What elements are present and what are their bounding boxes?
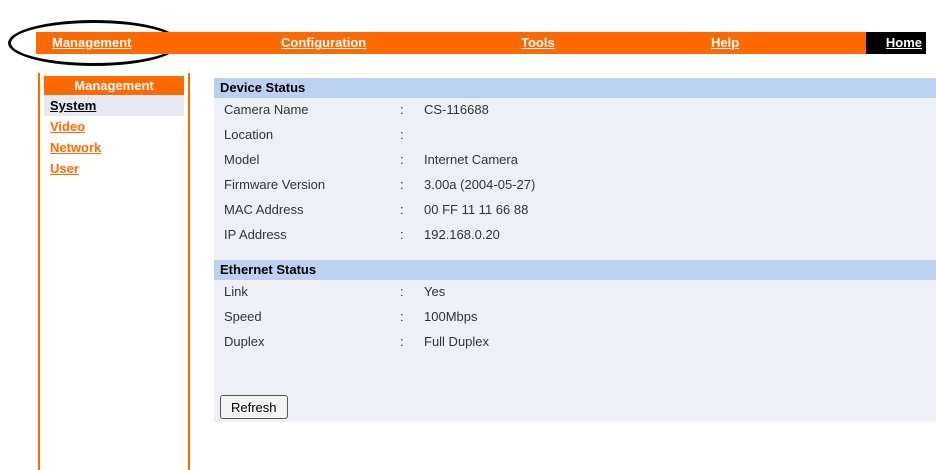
row-separator: : — [400, 334, 404, 349]
nav-management[interactable]: Management — [52, 35, 131, 50]
device-status-header: Device Status — [214, 78, 936, 98]
row-value: 00 FF 11 11 66 88 — [424, 202, 529, 217]
row-label: Link — [224, 284, 248, 299]
status-row-mac-address: MAC Address : 00 FF 11 11 66 88 — [214, 198, 936, 223]
top-navigation-bar: Management Configuration Tools Help Home — [36, 32, 926, 54]
status-row-camera-name: Camera Name : CS-116688 — [214, 98, 936, 123]
status-row-speed: Speed : 100Mbps — [214, 305, 936, 330]
nav-tools[interactable]: Tools — [521, 35, 555, 50]
row-value: Internet Camera — [424, 152, 518, 167]
row-separator: : — [400, 309, 404, 324]
ethernet-status-header: Ethernet Status — [214, 260, 936, 280]
row-label: IP Address — [224, 227, 287, 242]
row-value: Yes — [424, 284, 446, 299]
sidebar-item-system[interactable]: System — [44, 95, 184, 116]
sidebar-title: Management — [44, 76, 184, 95]
row-label: Location — [224, 127, 274, 142]
status-row-firmware-version: Firmware Version : 3.00a (2004-05-27) — [214, 173, 936, 198]
row-value: CS-116688 — [424, 102, 489, 117]
nav-help[interactable]: Help — [711, 35, 739, 50]
row-separator: : — [400, 102, 404, 117]
row-label: Camera Name — [224, 102, 309, 117]
status-row-duplex: Duplex : Full Duplex — [214, 330, 936, 355]
row-label: MAC Address — [224, 202, 304, 217]
status-row-link: Link : Yes — [214, 280, 936, 305]
sidebar: Management System Video Network User — [38, 73, 190, 470]
row-value: 3.00a (2004-05-27) — [424, 177, 536, 192]
status-row-location: Location : — [214, 123, 936, 148]
refresh-button[interactable]: Refresh — [220, 395, 288, 419]
nav-configuration[interactable]: Configuration — [281, 35, 366, 50]
status-row-model: Model : Internet Camera — [214, 148, 936, 173]
row-value: 100Mbps — [424, 309, 478, 324]
row-separator: : — [400, 284, 404, 299]
row-separator: : — [400, 177, 404, 192]
row-value: 192.168.0.20 — [424, 227, 500, 242]
status-row-ip-address: IP Address : 192.168.0.20 — [214, 223, 936, 248]
row-separator: : — [400, 127, 404, 142]
sidebar-item-network[interactable]: Network — [44, 137, 184, 158]
row-label: Model — [224, 152, 260, 167]
status-panel: Device Status Camera Name : CS-116688 Lo… — [214, 78, 936, 422]
sidebar-item-user[interactable]: User — [44, 158, 184, 179]
row-separator: : — [400, 202, 404, 217]
row-label: Firmware Version — [224, 177, 326, 192]
row-label: Speed — [224, 309, 262, 324]
nav-home[interactable]: Home — [866, 32, 926, 54]
row-separator: : — [400, 227, 404, 242]
row-separator: : — [400, 152, 404, 167]
row-label: Duplex — [224, 334, 265, 349]
sidebar-item-video[interactable]: Video — [44, 116, 184, 137]
row-value: Full Duplex — [424, 334, 490, 349]
